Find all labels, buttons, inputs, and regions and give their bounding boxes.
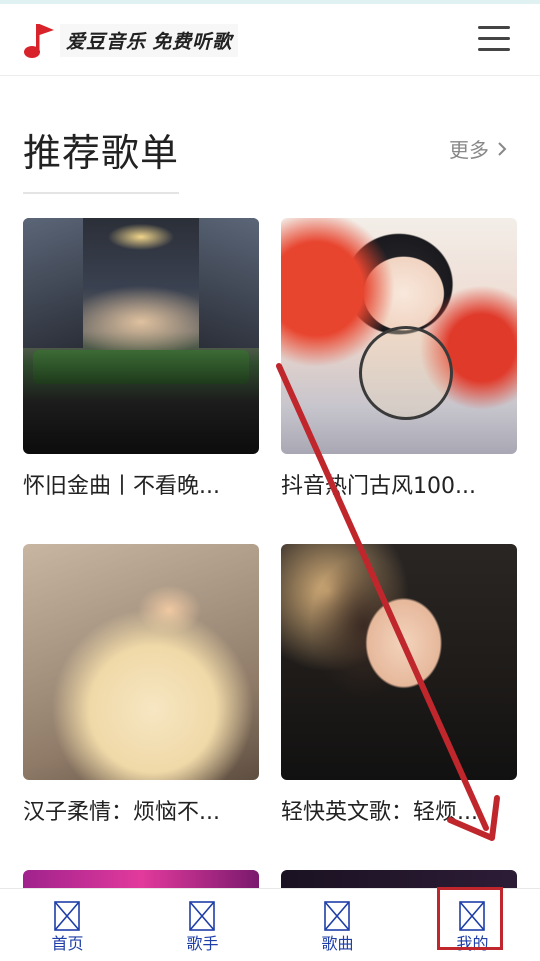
broken-image-icon [54, 901, 80, 931]
more-link[interactable]: 更多 [449, 134, 507, 163]
playlist-title: 抖音热门古风100... [281, 474, 476, 499]
playlist-card[interactable]: 抖音热门古风100... [281, 218, 517, 500]
playlist-card[interactable] [23, 870, 259, 888]
hamburger-menu-icon[interactable] [478, 26, 510, 54]
music-note-flag-icon [22, 20, 58, 60]
nav-item-home[interactable]: 首页 [0, 889, 135, 961]
section-title: 推荐歌单 [23, 131, 180, 175]
nav-label: 歌手 [186, 936, 219, 953]
broken-image-icon [189, 901, 215, 931]
section-title-underline [23, 192, 179, 194]
playlist-card[interactable]: 怀旧金曲丨不看晚... [23, 218, 259, 500]
playlist-title: 怀旧金曲丨不看晚... [23, 474, 220, 499]
nav-item-songs[interactable]: 歌曲 [270, 889, 405, 961]
highlight-box [437, 887, 503, 950]
playlist-title: 轻快英文歌：轻烦... [281, 800, 478, 825]
more-label: 更多 [449, 140, 489, 162]
chevron-right-icon [498, 141, 507, 156]
app-logo[interactable]: 爱豆音乐 免费听歌 [22, 18, 239, 62]
logo-text: 爱豆音乐 免费听歌 [60, 23, 239, 57]
playlist-cover-image [281, 218, 517, 454]
playlist-cover-image [281, 870, 517, 888]
playlist-cover-image [23, 218, 259, 454]
playlist-cover-image [23, 544, 259, 780]
app-header: 爱豆音乐 免费听歌 [0, 4, 540, 76]
broken-image-icon [324, 901, 350, 931]
playlist-cover-image [23, 870, 259, 888]
nav-item-singers[interactable]: 歌手 [135, 889, 270, 961]
nav-label: 歌曲 [321, 936, 354, 953]
playlist-card[interactable] [281, 870, 517, 888]
playlist-cover-image [281, 544, 517, 780]
nav-label: 首页 [51, 936, 84, 953]
playlist-title: 汉子柔情：烦恼不... [23, 800, 220, 825]
playlist-card[interactable]: 轻快英文歌：轻烦... [281, 544, 517, 826]
playlist-card[interactable]: 汉子柔情：烦恼不... [23, 544, 259, 826]
